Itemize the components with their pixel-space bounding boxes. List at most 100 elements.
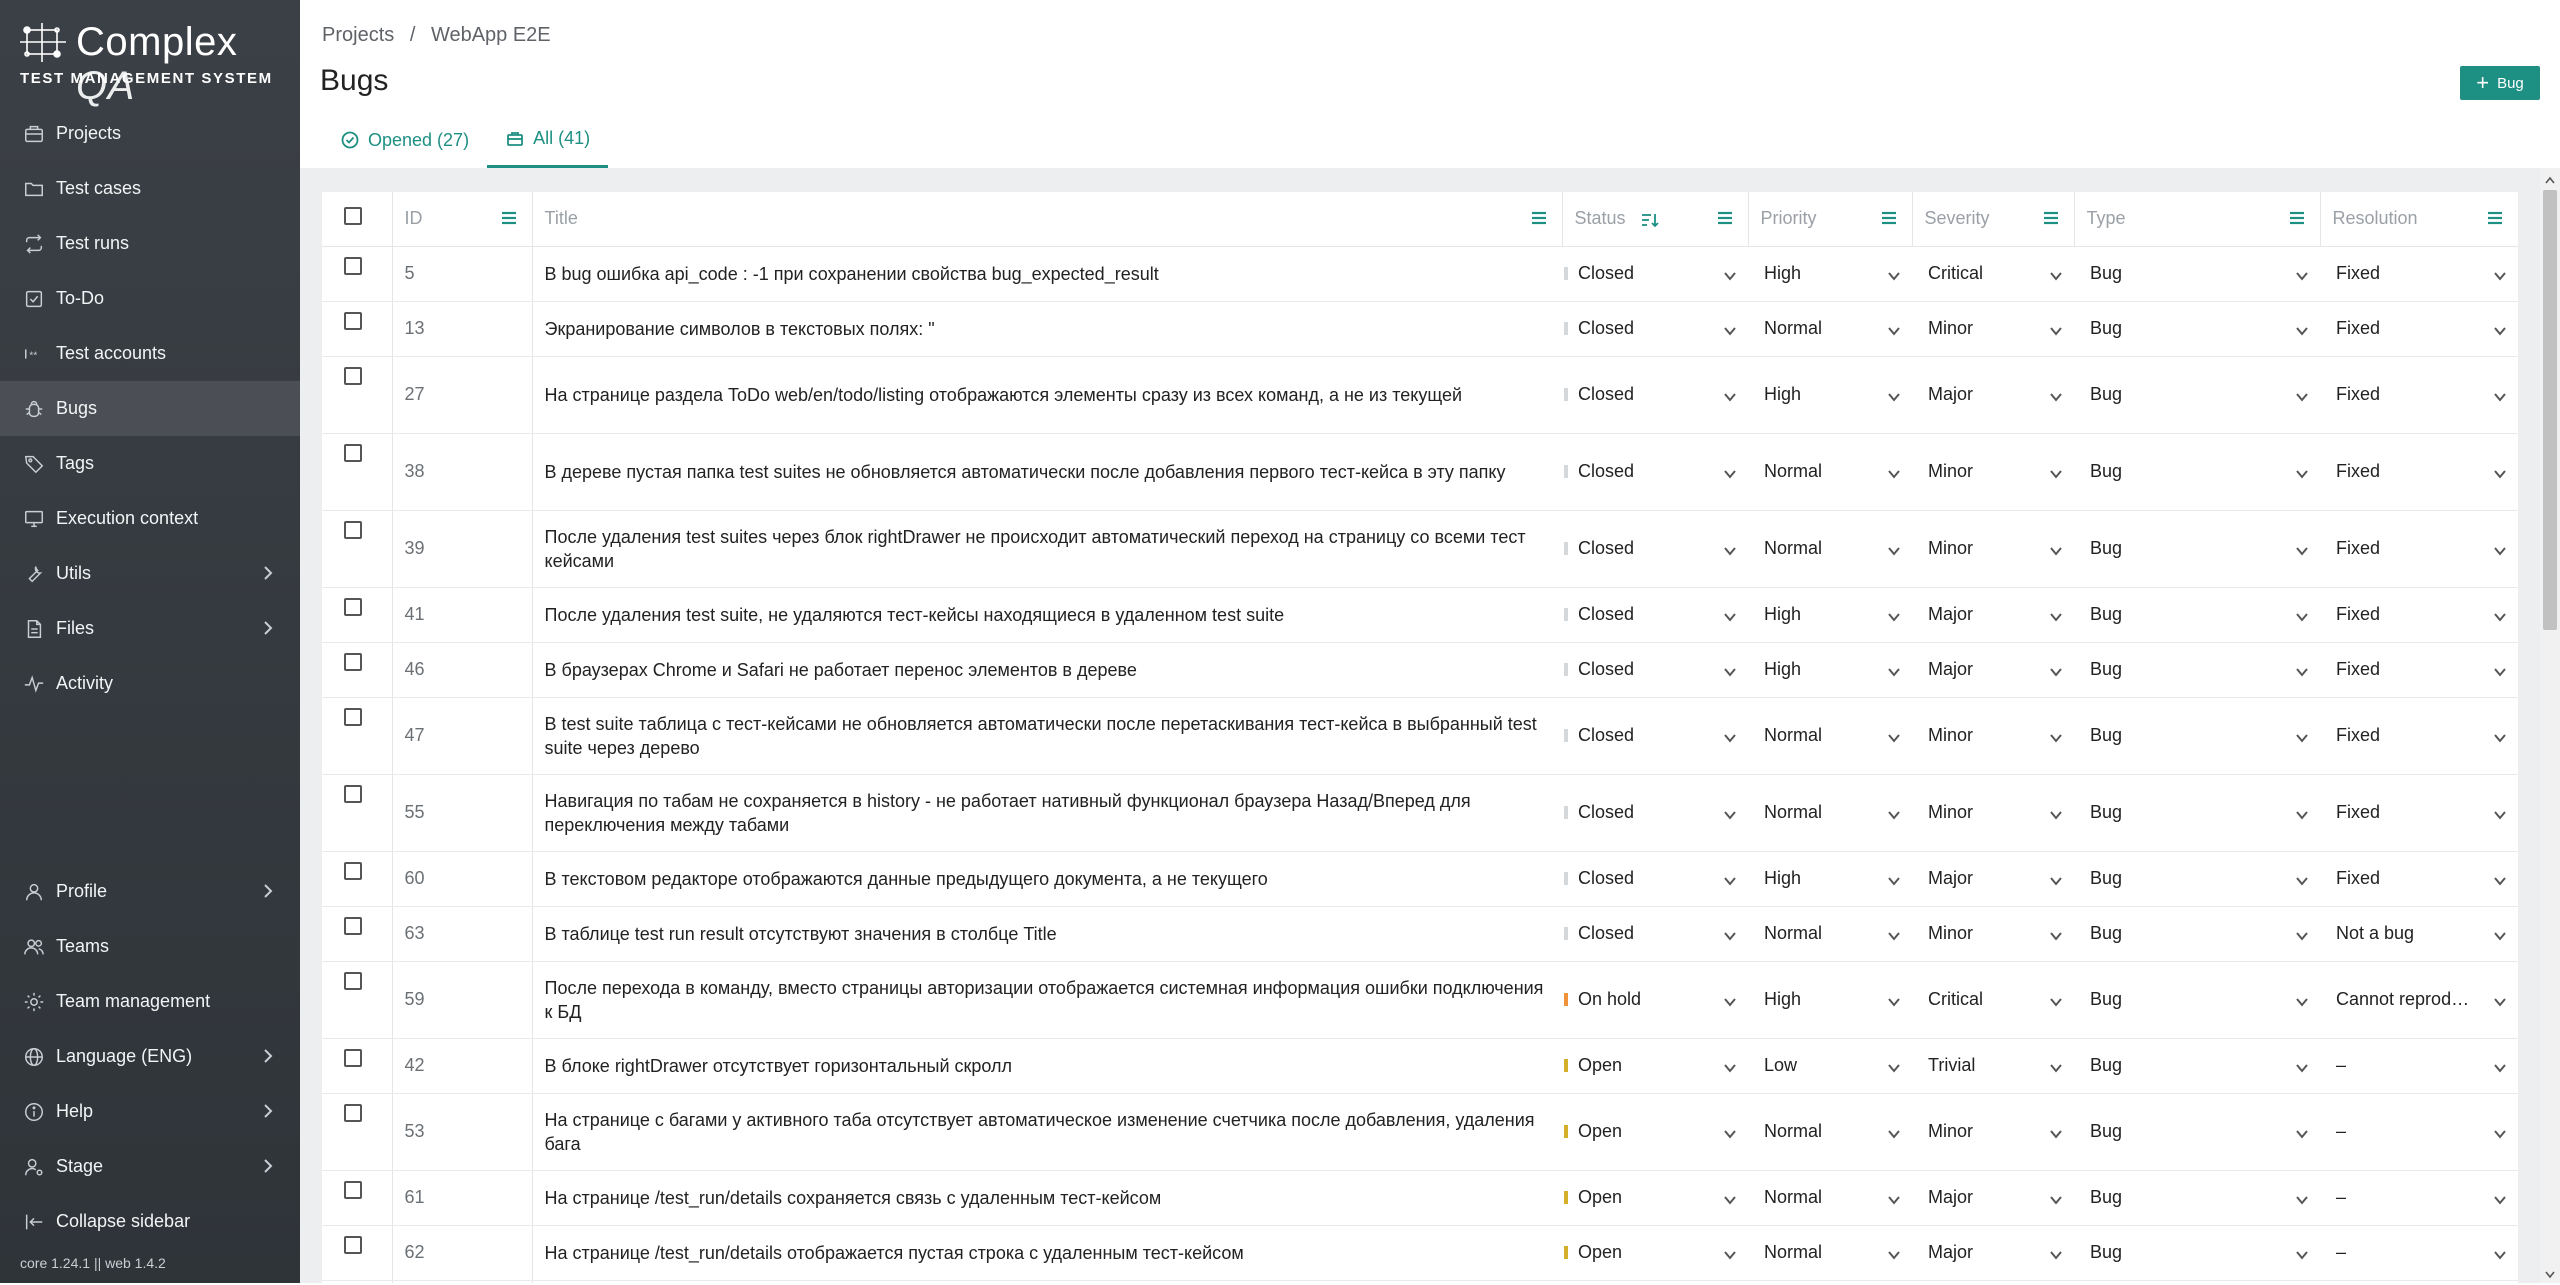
severity-dropdown[interactable]: Major (1912, 659, 2074, 680)
resolution-dropdown[interactable]: Fixed (2320, 384, 2518, 405)
row-checkbox[interactable] (344, 861, 362, 880)
status-dropdown[interactable]: Open (1562, 1187, 1748, 1208)
priority-dropdown[interactable]: High (1748, 604, 1912, 625)
severity-dropdown[interactable]: Major (1912, 1187, 2074, 1208)
table-row[interactable]: 55 Навигация по табам не сохраняется в hi… (322, 774, 2518, 852)
table-row[interactable]: 59 После перехода в команду, вместо стран… (322, 961, 2518, 1039)
breadcrumb-project[interactable]: WebApp E2E (431, 24, 551, 46)
bug-title[interactable]: Экранирование символов в текстовых полях… (531, 301, 1562, 357)
type-dropdown[interactable]: Bug (2074, 263, 2320, 284)
priority-dropdown[interactable]: High (1748, 989, 1912, 1010)
row-checkbox[interactable] (344, 652, 362, 671)
table-row[interactable]: 46 В браузерах Chrome и Safari не работае… (322, 642, 2518, 698)
row-checkbox[interactable] (344, 1235, 362, 1254)
bug-title[interactable]: В дереве пустая папка test suites не обн… (531, 433, 1562, 511)
table-row[interactable]: 27 На странице раздела ToDo web/en/todo/l… (322, 356, 2518, 434)
severity-dropdown[interactable]: Critical (1912, 263, 2074, 284)
type-dropdown[interactable]: Bug (2074, 384, 2320, 405)
tab-opened[interactable]: Opened (27) (322, 112, 487, 168)
resolution-dropdown[interactable]: – (2320, 1242, 2518, 1263)
status-dropdown[interactable]: Closed (1562, 461, 1748, 482)
resolution-dropdown[interactable]: Not a bug (2320, 923, 2518, 944)
sidebar-item-teams[interactable]: Teams (0, 919, 300, 974)
sidebar-item-profile[interactable]: Profile (0, 864, 300, 919)
column-header-priority[interactable]: Priority (1747, 192, 1912, 247)
table-row[interactable]: 53 На странице с багами у активного таба … (322, 1093, 2518, 1171)
severity-dropdown[interactable]: Major (1912, 868, 2074, 889)
column-menu-icon[interactable] (2288, 210, 2306, 226)
priority-dropdown[interactable]: Normal (1748, 725, 1912, 746)
table-row[interactable]: 13 Экранирование символов в текстовых пол… (322, 301, 2518, 357)
sidebar-item-utils[interactable]: Utils (0, 546, 300, 601)
status-dropdown[interactable]: Closed (1562, 538, 1748, 559)
row-checkbox[interactable] (344, 443, 362, 462)
status-dropdown[interactable]: Closed (1562, 604, 1748, 625)
type-dropdown[interactable]: Bug (2074, 1187, 2320, 1208)
sidebar-item-test-cases[interactable]: Test cases (0, 161, 300, 216)
sidebar-item-test-runs[interactable]: Test runs (0, 216, 300, 271)
priority-dropdown[interactable]: Normal (1748, 802, 1912, 823)
sidebar-item-projects[interactable]: Projects (0, 106, 300, 161)
sidebar-item-activity[interactable]: Activity (0, 656, 300, 711)
bug-title[interactable]: В браузерах Chrome и Safari не работает … (531, 642, 1562, 698)
status-dropdown[interactable]: Closed (1562, 318, 1748, 339)
column-header-title[interactable]: Title (531, 192, 1562, 247)
row-checkbox[interactable] (344, 1048, 362, 1067)
sidebar-item-execution-context[interactable]: Execution context (0, 491, 300, 546)
status-dropdown[interactable]: Closed (1562, 263, 1748, 284)
sidebar-item-team-management[interactable]: Team management (0, 974, 300, 1029)
resolution-dropdown[interactable]: Cannot reproduce (2320, 989, 2518, 1010)
resolution-dropdown[interactable]: Fixed (2320, 659, 2518, 680)
bug-title[interactable]: После перехода в команду, вместо страниц… (531, 961, 1562, 1039)
severity-dropdown[interactable]: Minor (1912, 725, 2074, 746)
priority-dropdown[interactable]: Normal (1748, 461, 1912, 482)
status-dropdown[interactable]: Open (1562, 1055, 1748, 1076)
table-row[interactable]: 38 В дереве пустая папка test suites не о… (322, 433, 2518, 511)
tab-all[interactable]: All (41) (487, 112, 609, 168)
row-checkbox[interactable] (344, 1180, 362, 1199)
type-dropdown[interactable]: Bug (2074, 725, 2320, 746)
row-checkbox[interactable] (344, 1103, 362, 1122)
resolution-dropdown[interactable]: Fixed (2320, 725, 2518, 746)
table-row[interactable]: 61 На странице /test_run/details сохраняе… (322, 1170, 2518, 1226)
priority-dropdown[interactable]: High (1748, 263, 1912, 284)
priority-dropdown[interactable]: Normal (1748, 1242, 1912, 1263)
type-dropdown[interactable]: Bug (2074, 538, 2320, 559)
table-row[interactable]: 41 После удаления test suite, не удаляютс… (322, 587, 2518, 643)
app-logo[interactable]: Complex QA TEST MANAGEMENT SYSTEM (18, 20, 288, 108)
column-menu-icon[interactable] (1880, 210, 1898, 226)
sidebar-item-collapse-sidebar[interactable]: Collapse sidebar (0, 1194, 300, 1249)
bug-title[interactable]: В test suite таблица с тест-кейсами не о… (531, 697, 1562, 775)
type-dropdown[interactable]: Bug (2074, 461, 2320, 482)
priority-dropdown[interactable]: Low (1748, 1055, 1912, 1076)
sidebar-item-bugs[interactable]: Bugs (0, 381, 300, 436)
status-dropdown[interactable]: Closed (1562, 868, 1748, 889)
row-checkbox[interactable] (344, 916, 362, 935)
status-dropdown[interactable]: Closed (1562, 802, 1748, 823)
scrollbar-thumb[interactable] (2543, 190, 2557, 630)
bug-title[interactable]: После удаления test suite, не удаляются … (531, 587, 1562, 643)
scroll-down-icon[interactable] (2544, 1267, 2556, 1279)
type-dropdown[interactable]: Bug (2074, 604, 2320, 625)
table-row[interactable]: 42 В блоке rightDrawer отсутствует горизо… (322, 1038, 2518, 1094)
row-checkbox[interactable] (344, 520, 362, 539)
type-dropdown[interactable]: Bug (2074, 1242, 2320, 1263)
bug-title[interactable]: В блоке rightDrawer отсутствует горизонт… (531, 1038, 1562, 1094)
status-dropdown[interactable]: Closed (1562, 659, 1748, 680)
type-dropdown[interactable]: Bug (2074, 318, 2320, 339)
resolution-dropdown[interactable]: Fixed (2320, 263, 2518, 284)
type-dropdown[interactable]: Bug (2074, 659, 2320, 680)
bug-title[interactable]: На странице раздела ToDo web/en/todo/lis… (531, 356, 1562, 434)
sidebar-item-help[interactable]: Help (0, 1084, 300, 1139)
table-row[interactable]: 63 В таблице test run result отсутствуют … (322, 906, 2518, 962)
column-header-id[interactable]: ID (391, 192, 532, 247)
resolution-dropdown[interactable]: – (2320, 1187, 2518, 1208)
severity-dropdown[interactable]: Minor (1912, 923, 2074, 944)
priority-dropdown[interactable]: Normal (1748, 538, 1912, 559)
column-menu-icon[interactable] (1716, 210, 1734, 226)
bug-title[interactable]: В bug ошибка api_code : -1 при сохранени… (531, 246, 1562, 302)
row-checkbox[interactable] (344, 256, 362, 275)
type-dropdown[interactable]: Bug (2074, 989, 2320, 1010)
row-checkbox[interactable] (344, 971, 362, 990)
column-header-type[interactable]: Type (2073, 192, 2320, 247)
